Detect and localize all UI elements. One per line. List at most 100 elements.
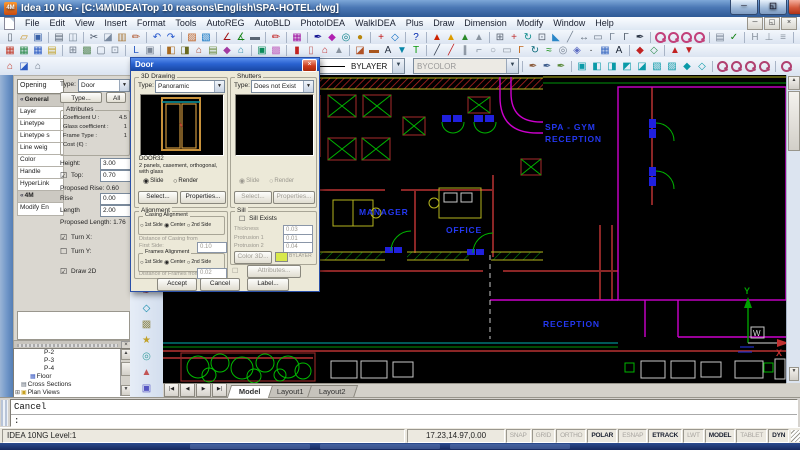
window-tool-icon[interactable]: ◨ — [178, 44, 192, 57]
menu-help[interactable]: Help — [590, 17, 619, 30]
scroll-thumb[interactable] — [788, 91, 800, 151]
menu-photoidea[interactable]: PhotoIDEA — [296, 17, 351, 30]
turn-y-checkbox[interactable]: ☐ — [60, 247, 67, 256]
all-button[interactable]: All — [106, 92, 126, 103]
polyline-icon[interactable]: ∡ — [234, 31, 248, 44]
vt-star-icon[interactable]: ★ — [139, 334, 154, 347]
brick-icon[interactable]: ▬ — [367, 44, 381, 57]
slide-radio[interactable]: ◉ — [143, 178, 149, 185]
title-bar[interactable]: 4M Idea 10 NG - [C:\4M\IDEA\Top 10 reaso… — [0, 0, 800, 17]
properties-button[interactable]: Properties... — [180, 191, 226, 204]
publish-icon[interactable]: ▧ — [199, 31, 213, 44]
turn-x-checkbox[interactable]: ☑ — [60, 233, 67, 242]
zoom-all-icon[interactable] — [758, 60, 771, 73]
menu-format[interactable]: Format — [132, 17, 171, 30]
line-icon[interactable]: ∠ — [220, 31, 234, 44]
arrow-down-red-icon[interactable]: ▼ — [682, 44, 696, 57]
pen-icon[interactable]: ✒ — [311, 31, 325, 44]
zoom-previous-icon[interactable] — [680, 31, 693, 44]
length-field[interactable]: 2.00 — [100, 205, 132, 217]
stairs-tool-icon[interactable]: ▤ — [206, 44, 220, 57]
corner-l-icon[interactable]: Γ — [605, 31, 619, 44]
box-icon[interactable]: ⊡ — [535, 31, 549, 44]
draw-spline-icon[interactable]: ≈ — [542, 44, 556, 57]
door-type-combo[interactable]: Door▼ — [78, 79, 130, 92]
view-left-icon[interactable]: ◨ — [605, 60, 619, 73]
triangle-ruler-icon[interactable]: ◣ — [549, 31, 563, 44]
library-green-icon[interactable]: ▣ — [255, 44, 269, 57]
draw-line-icon[interactable]: ╱ — [430, 44, 444, 57]
draw-point-icon[interactable]: · — [584, 44, 598, 57]
panel-grip[interactable] — [1, 400, 8, 426]
room-tool-icon[interactable]: ⌂ — [234, 44, 248, 57]
new-icon[interactable]: ▯ — [3, 31, 17, 44]
table-icon[interactable]: ⊞ — [493, 31, 507, 44]
copy-icon[interactable]: ◪ — [101, 31, 115, 44]
expand-icon[interactable]: ⊞ — [15, 390, 20, 396]
arrow-up-red-icon[interactable]: ▲ — [668, 44, 682, 57]
draw-arc-icon[interactable]: ↻ — [528, 44, 542, 57]
panel-grip[interactable] — [17, 344, 118, 347]
draw-parallel-icon[interactable]: ∥ — [458, 44, 472, 57]
format-painter-icon[interactable]: ✏ — [129, 31, 143, 44]
panel-icon[interactable]: ▣ — [143, 44, 157, 57]
mdi-minimize-button[interactable]: ─ — [747, 17, 763, 30]
draw-circle-icon[interactable]: ○ — [486, 44, 500, 57]
draw-text-icon[interactable]: A — [612, 44, 626, 57]
menu-plus[interactable]: Plus — [401, 17, 429, 30]
toggle-polar[interactable]: POLAR — [587, 429, 617, 443]
close-button[interactable]: × — [788, 0, 800, 15]
accept-button[interactable]: Accept — [157, 278, 197, 291]
mesh-icon[interactable]: ▩ — [80, 44, 94, 57]
donut-icon[interactable]: ◎ — [339, 31, 353, 44]
tab-nav-0[interactable]: |◀ — [164, 383, 179, 397]
region-icon[interactable]: ● — [353, 31, 367, 44]
casing-center-radio[interactable]: ◉ — [164, 223, 169, 229]
furniture-icon[interactable]: ▼ — [395, 44, 409, 57]
text-a-icon[interactable]: A — [381, 44, 395, 57]
poly-green-icon[interactable]: ◇ — [647, 44, 661, 57]
tab-nav-1[interactable]: ◀ — [180, 383, 195, 397]
view-bottom-icon[interactable]: ◧ — [590, 60, 604, 73]
etransmit-icon[interactable]: ▨ — [185, 31, 199, 44]
help-icon[interactable]: ? — [409, 31, 423, 44]
view-front-icon[interactable]: ◪ — [635, 60, 649, 73]
frames-2nd-radio[interactable]: ○ — [187, 260, 191, 266]
tree-item-p-4[interactable]: P-4 — [14, 365, 131, 373]
top-checkbox[interactable]: ☑ — [60, 171, 67, 180]
sheet-icon[interactable]: ▤ — [713, 31, 727, 44]
dialog-title-bar[interactable]: Door — [131, 58, 319, 71]
shutters-type-combo[interactable]: Does not Exist▼ — [251, 80, 314, 93]
cell-dot-icon[interactable]: ⊡ — [108, 44, 122, 57]
sill-exists-checkbox[interactable]: ☐ — [239, 216, 245, 223]
render-radio[interactable]: ○ — [173, 178, 177, 185]
rotate-view-icon[interactable]: ↻ — [521, 31, 535, 44]
poly-red-icon[interactable]: ◆ — [633, 44, 647, 57]
vt-diamond-icon[interactable]: ◇ — [139, 302, 154, 315]
close-icon[interactable]: × — [302, 59, 317, 72]
slab-icon[interactable]: ▤ — [45, 44, 59, 57]
wall-grid-red-icon[interactable]: ▦ — [3, 44, 17, 57]
pen-brown-icon[interactable]: ✒ — [526, 60, 540, 73]
frames-center-radio[interactable]: ◉ — [164, 260, 169, 266]
beam-h-icon[interactable]: H — [748, 31, 762, 44]
pyramid-green-icon[interactable]: ▲ — [458, 31, 472, 44]
add-cross-icon[interactable]: + — [507, 31, 521, 44]
pyramid-yellow-icon[interactable]: ▲ — [444, 31, 458, 44]
wall-grid-blue-icon[interactable]: ▦ — [31, 44, 45, 57]
grid-plus-icon[interactable]: ⊞ — [66, 44, 80, 57]
print-icon[interactable]: ▤ — [52, 31, 66, 44]
wedge-icon[interactable]: ◇ — [388, 31, 402, 44]
shade-view-icon[interactable]: ◪ — [17, 60, 31, 73]
tab-nav-2[interactable]: ▶ — [196, 383, 211, 397]
menu-autobld[interactable]: AutoBLD — [249, 17, 295, 30]
corner-2-icon[interactable]: Γ — [619, 31, 633, 44]
casing-2nd-radio[interactable]: ○ — [187, 223, 191, 229]
pen-green-icon[interactable]: ✒ — [554, 60, 568, 73]
draw-hatch-icon[interactable]: ▦ — [598, 44, 612, 57]
pyramid-red-icon[interactable]: ▲ — [430, 31, 444, 44]
toggle-etrack[interactable]: ETRACK — [648, 429, 682, 443]
tree-item-p-3[interactable]: P-3 — [14, 357, 131, 365]
open-icon[interactable]: ▱ — [17, 31, 31, 44]
zoom-out-icon[interactable] — [730, 60, 743, 73]
